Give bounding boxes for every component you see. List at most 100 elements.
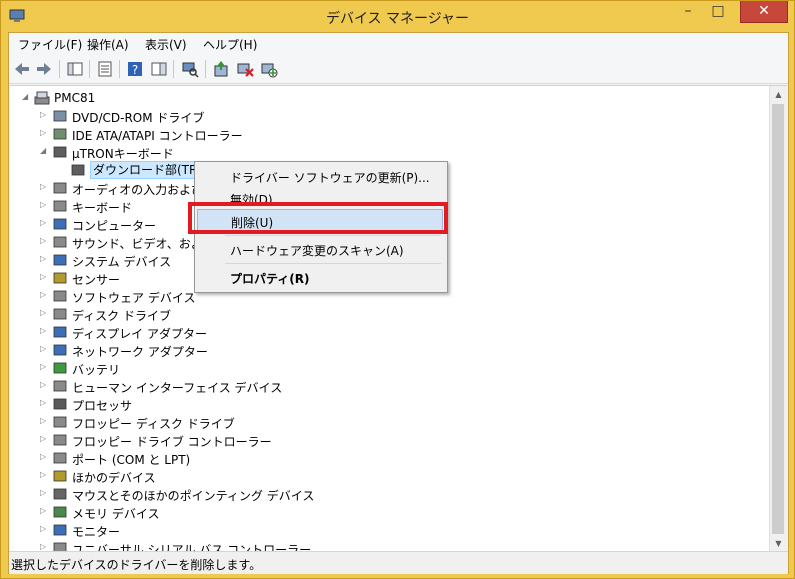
expand-icon[interactable]: ▷	[40, 399, 48, 407]
tree-item-label: ソフトウェア デバイス	[72, 291, 196, 305]
minimize-button[interactable]: –	[674, 1, 702, 23]
tree-item-label: バッテリ	[72, 363, 121, 377]
tree-item-label: プロセッサ	[72, 399, 133, 413]
expand-icon[interactable]: ▷	[40, 453, 48, 461]
tree-item-label: フロッピー ドライブ コントローラー	[72, 435, 272, 449]
tree-item-label: システム デバイス	[72, 255, 172, 269]
keyboard-icon	[53, 200, 67, 212]
dvd-drive-icon	[53, 110, 67, 122]
properties-icon[interactable]	[96, 60, 114, 78]
tree-item-label: モニター	[72, 525, 121, 539]
menu-scan-hardware-label: ハードウェア変更のスキャン(A)	[230, 244, 404, 258]
tree-item-label: コンピューター	[72, 219, 157, 233]
menu-action[interactable]: 操作(A)	[84, 36, 132, 53]
tree-item-label: ディスク ドライブ	[72, 309, 171, 323]
scan-hardware-icon[interactable]	[181, 60, 199, 78]
menu-separator	[225, 235, 441, 236]
scroll-up-icon[interactable]: ▲	[770, 86, 787, 103]
title-bar[interactable]: デバイス マネージャー – □ ✕	[1, 1, 794, 33]
expand-icon[interactable]: ▷	[40, 255, 48, 263]
uninstall-icon[interactable]	[236, 60, 254, 78]
menu-scan-hardware[interactable]: ハードウェア変更のスキャン(A)	[197, 238, 443, 260]
sensor-icon	[53, 272, 67, 284]
tree-item-label: メモリ デバイス	[72, 507, 160, 521]
back-arrow-icon[interactable]	[13, 60, 31, 78]
memory-device-icon	[53, 506, 67, 518]
expand-icon[interactable]: ▷	[40, 111, 48, 119]
other-devices-icon	[53, 470, 67, 482]
status-bar: 選択したデバイスのドライバーを削除します。	[9, 551, 788, 574]
computer-icon	[34, 91, 50, 105]
expand-icon[interactable]: ▷	[40, 435, 48, 443]
toolbar-separator	[205, 60, 206, 78]
expand-icon[interactable]: ▷	[40, 183, 48, 191]
mouse-icon	[53, 488, 67, 500]
action-pane-icon[interactable]	[150, 60, 168, 78]
add-legacy-hardware-icon[interactable]	[260, 60, 278, 78]
collapse-icon[interactable]: ◢	[40, 147, 48, 155]
battery-icon	[53, 362, 67, 374]
tree-item-label: ほかのデバイス	[72, 471, 156, 485]
expand-icon[interactable]: ▷	[40, 291, 48, 299]
toolbar: ?	[9, 55, 788, 84]
menu-file[interactable]: ファイル(F)	[15, 36, 85, 53]
close-button[interactable]: ✕	[740, 1, 788, 23]
expand-icon[interactable]: ▷	[40, 489, 48, 497]
status-text: 選択したデバイスのドライバーを削除します。	[11, 558, 262, 572]
tree-item-label: ディスプレイ アダプター	[72, 327, 207, 341]
maximize-button[interactable]: □	[704, 1, 732, 23]
expand-icon[interactable]: ▷	[40, 273, 48, 281]
tree-item-label: フロッピー ディスク ドライブ	[72, 417, 235, 431]
expand-icon[interactable]: ▷	[40, 363, 48, 371]
expand-icon[interactable]: ▷	[40, 327, 48, 335]
toolbar-separator	[89, 60, 90, 78]
expand-icon[interactable]: ▷	[40, 543, 48, 551]
expand-icon[interactable]: ▷	[40, 309, 48, 317]
help-icon[interactable]: ?	[126, 60, 144, 78]
hid-icon	[53, 380, 67, 392]
menu-help[interactable]: ヘルプ(H)	[200, 36, 260, 53]
menu-properties-label: プロパティ(R)	[230, 272, 310, 286]
client-area: ファイル(F) 操作(A) 表示(V) ヘルプ(H) ? ◢ PMC81 ▷ D…	[8, 32, 789, 574]
download-device-icon	[71, 164, 85, 176]
expand-icon[interactable]: ▷	[40, 219, 48, 227]
expand-icon[interactable]: ▷	[40, 345, 48, 353]
toolbar-separator	[59, 60, 60, 78]
toolbar-separator	[119, 60, 120, 78]
expand-icon[interactable]: ▷	[40, 129, 48, 137]
highlight-annotation	[188, 202, 448, 234]
show-hide-tree-icon[interactable]	[66, 60, 84, 78]
expand-icon[interactable]: ▷	[40, 381, 48, 389]
expand-icon[interactable]: ▷	[40, 507, 48, 515]
disk-drive-icon	[53, 308, 67, 320]
network-adapter-icon	[53, 344, 67, 356]
update-driver-icon[interactable]	[212, 60, 230, 78]
forward-arrow-icon[interactable]	[35, 60, 53, 78]
tree-item-label: センサー	[72, 273, 121, 287]
audio-io-icon	[53, 182, 67, 194]
device-tree[interactable]: ◢ PMC81 ▷ DVD/CD-ROM ドライブ ▷ IDE ATA/ATAPI コ…	[10, 85, 787, 552]
processor-icon	[53, 398, 67, 410]
tree-item-label: DVD/CD-ROM ドライブ	[72, 111, 205, 125]
device-manager-window: デバイス マネージャー – □ ✕ ファイル(F) 操作(A) 表示(V) ヘル…	[0, 0, 795, 579]
menu-update-driver[interactable]: ドライバー ソフトウェアの更新(P)...	[197, 165, 443, 187]
scroll-down-icon[interactable]: ▼	[770, 535, 787, 552]
computer-icon	[53, 218, 67, 230]
expand-icon[interactable]: ▷	[40, 525, 48, 533]
scroll-thumb[interactable]	[772, 104, 784, 534]
toolbar-separator	[173, 60, 174, 78]
vertical-scrollbar[interactable]: ▲ ▼	[769, 86, 787, 552]
expand-icon[interactable]: ▷	[40, 471, 48, 479]
menu-bar: ファイル(F) 操作(A) 表示(V) ヘルプ(H)	[9, 33, 788, 55]
tree-item-label: IDE ATA/ATAPI コントローラー	[72, 129, 243, 143]
floppy-disk-icon	[53, 416, 67, 428]
system-devices-icon	[53, 254, 67, 266]
expand-icon[interactable]: ▷	[40, 417, 48, 425]
software-device-icon	[53, 290, 67, 302]
collapse-icon[interactable]: ◢	[22, 93, 30, 101]
menu-view[interactable]: 表示(V)	[142, 36, 190, 53]
menu-properties[interactable]: プロパティ(R)	[197, 266, 443, 288]
display-adapter-icon	[53, 326, 67, 338]
expand-icon[interactable]: ▷	[40, 237, 48, 245]
expand-icon[interactable]: ▷	[40, 201, 48, 209]
